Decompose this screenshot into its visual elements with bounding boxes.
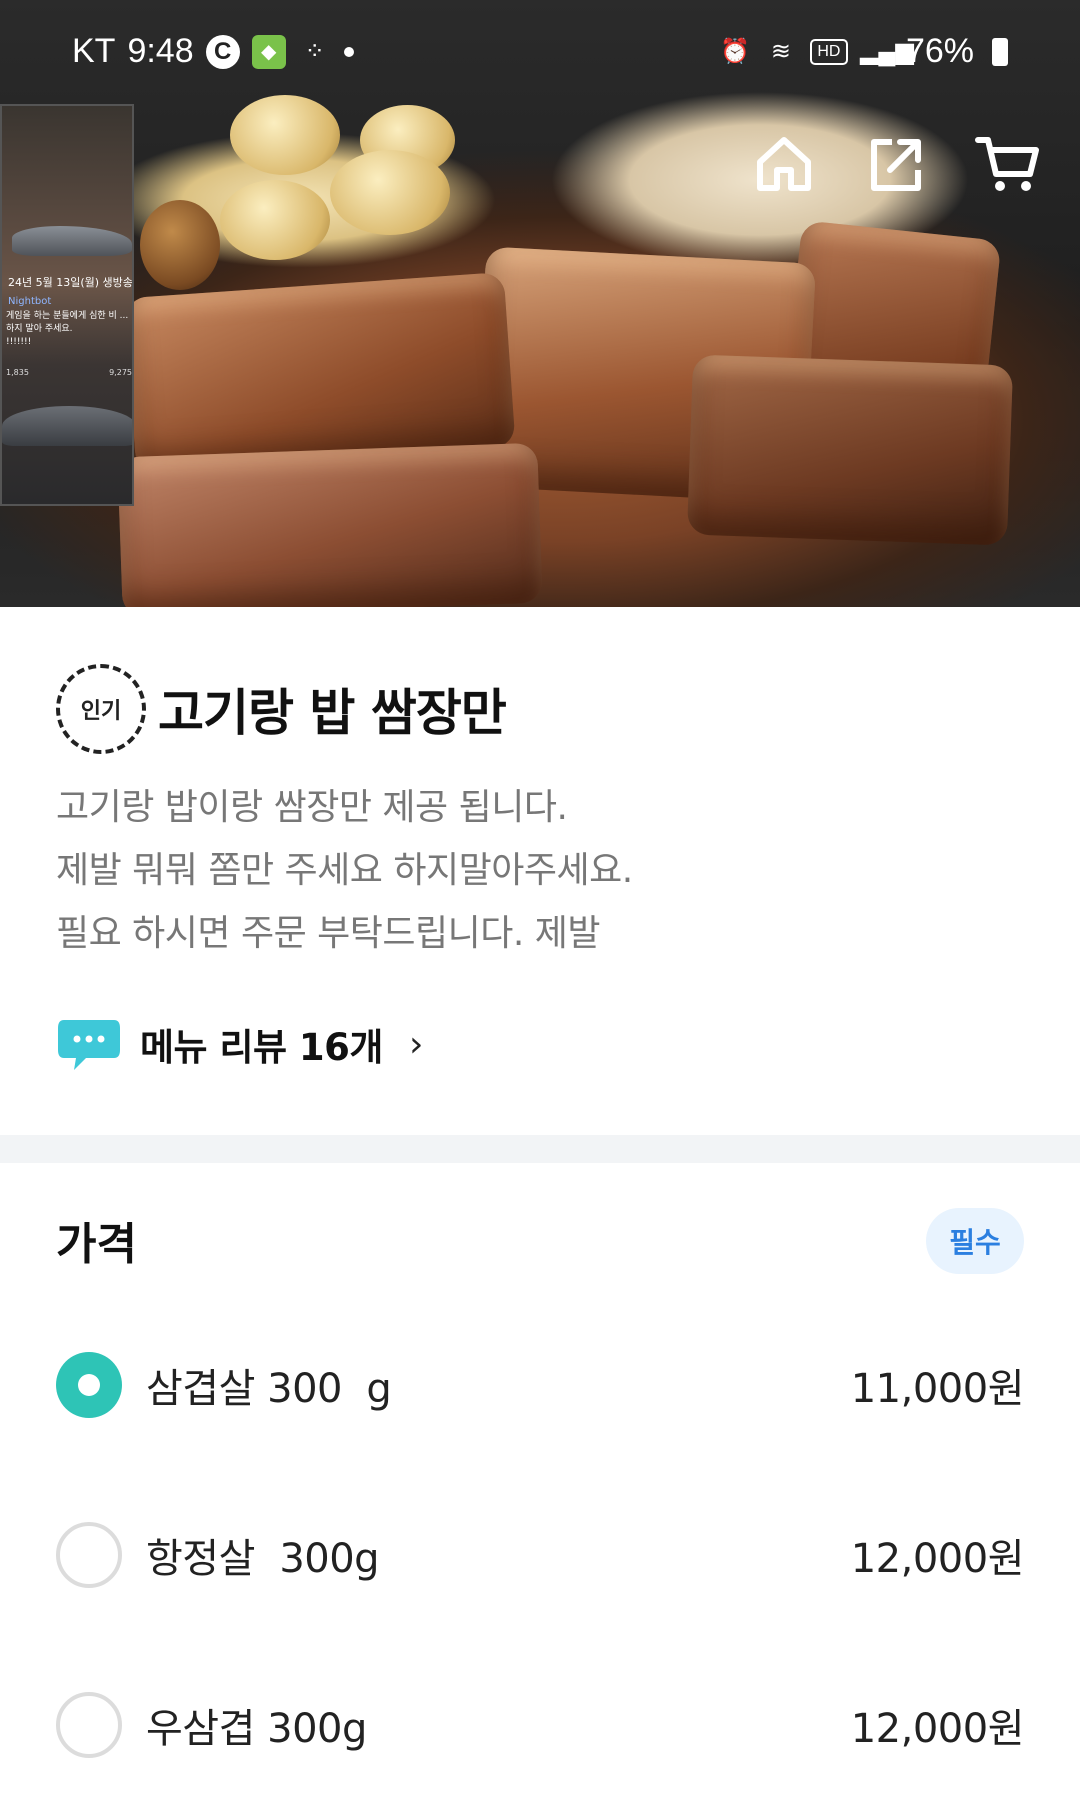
home-button[interactable] — [750, 130, 818, 198]
description-line: 필요 하시면 주문 부탁드립니다. 제발 — [56, 913, 601, 954]
battery-percent: 76% — [905, 32, 974, 70]
popular-badge: 인기 — [56, 664, 146, 754]
wifi-icon: ≋ — [770, 37, 791, 65]
pip-video-overlay[interactable]: 24년 5월 13일(월) 생방송 Nightbot 게임을 하는 분들에게 심… — [0, 104, 134, 506]
price-option[interactable]: 항정살 300g 12,000원 — [56, 1520, 1025, 1590]
hd-voice-icon: HD — [809, 38, 848, 65]
pip-stats: 1,835 9,275 — [6, 368, 132, 377]
menu-review-link[interactable]: 메뉴 리뷰 16개 › — [56, 1016, 423, 1072]
cart-icon — [975, 137, 1039, 191]
clock: 9:48 — [127, 32, 194, 70]
apps-notification-icon: ⁘ — [304, 37, 325, 65]
option-label: 우삼겹 300g — [146, 1706, 367, 1752]
status-bar: KT 9:48 C ◆ ⁘ ⏰ ≋ HD ▂▄▆ 76% — [0, 28, 1080, 78]
app-notification-icon: ◆ — [251, 34, 286, 69]
share-button[interactable] — [862, 130, 930, 198]
menu-description: 고기랑 밥이랑 쌈장만 제공 됩니다. 제발 뭐뭐 쫌만 주세요 하지말아주세요… — [56, 776, 1036, 965]
radio-button[interactable] — [56, 1522, 122, 1588]
cart-button[interactable] — [974, 130, 1042, 198]
review-count-label: 메뉴 리뷰 16개 — [140, 1026, 383, 1069]
menu-title-row: 인기 고기랑 밥 쌈장만 — [56, 664, 507, 754]
required-badge: 필수 — [926, 1208, 1024, 1274]
description-line: 고기랑 밥이랑 쌈장만 제공 됩니다. — [56, 787, 568, 828]
price-section-title: 가격 — [56, 1219, 137, 1270]
price-option[interactable]: 우삼겹 300g 12,000원 — [56, 1690, 1025, 1760]
signal-icon: ▂▄▆ — [859, 37, 914, 65]
menu-title: 고기랑 밥 쌈장만 — [158, 684, 507, 742]
price-option[interactable]: 삼겹살 300 g 11,000원 — [56, 1350, 1025, 1420]
alarm-icon: ⏰ — [719, 37, 750, 65]
option-label: 삼겹살 300 g — [146, 1366, 392, 1412]
pip-bot-name: Nightbot — [8, 296, 52, 307]
carrier-label: KT — [72, 32, 116, 70]
home-icon — [757, 137, 811, 191]
description-line: 제발 뭐뭐 쫌만 주세요 하지말아주세요. — [56, 850, 633, 891]
share-icon — [871, 139, 921, 191]
radio-button-selected[interactable] — [56, 1352, 122, 1418]
battery-icon — [992, 37, 1008, 66]
option-price: 11,000원 — [850, 1366, 1025, 1412]
menu-hero-image: KT 9:48 C ◆ ⁘ ⏰ ≋ HD ▂▄▆ 76% 24년 5월 13일(… — [0, 0, 1080, 607]
chevron-right-icon: › — [408, 1023, 424, 1065]
pip-chat: 게임을 하는 분들에게 심한 비 ... 하지 말아 주세요. !!!!!!! — [6, 311, 129, 347]
more-notifications-dot-icon — [343, 46, 354, 57]
option-label: 항정살 300g — [146, 1536, 380, 1582]
section-divider — [0, 1135, 1080, 1163]
chat-bubble-icon — [56, 1016, 122, 1072]
option-price: 12,000원 — [850, 1706, 1025, 1752]
radio-button[interactable] — [56, 1692, 122, 1758]
option-price: 12,000원 — [850, 1536, 1025, 1582]
c-notification-icon: C — [205, 34, 240, 69]
pip-date: 24년 5월 13일(월) 생방송 — [8, 276, 133, 289]
